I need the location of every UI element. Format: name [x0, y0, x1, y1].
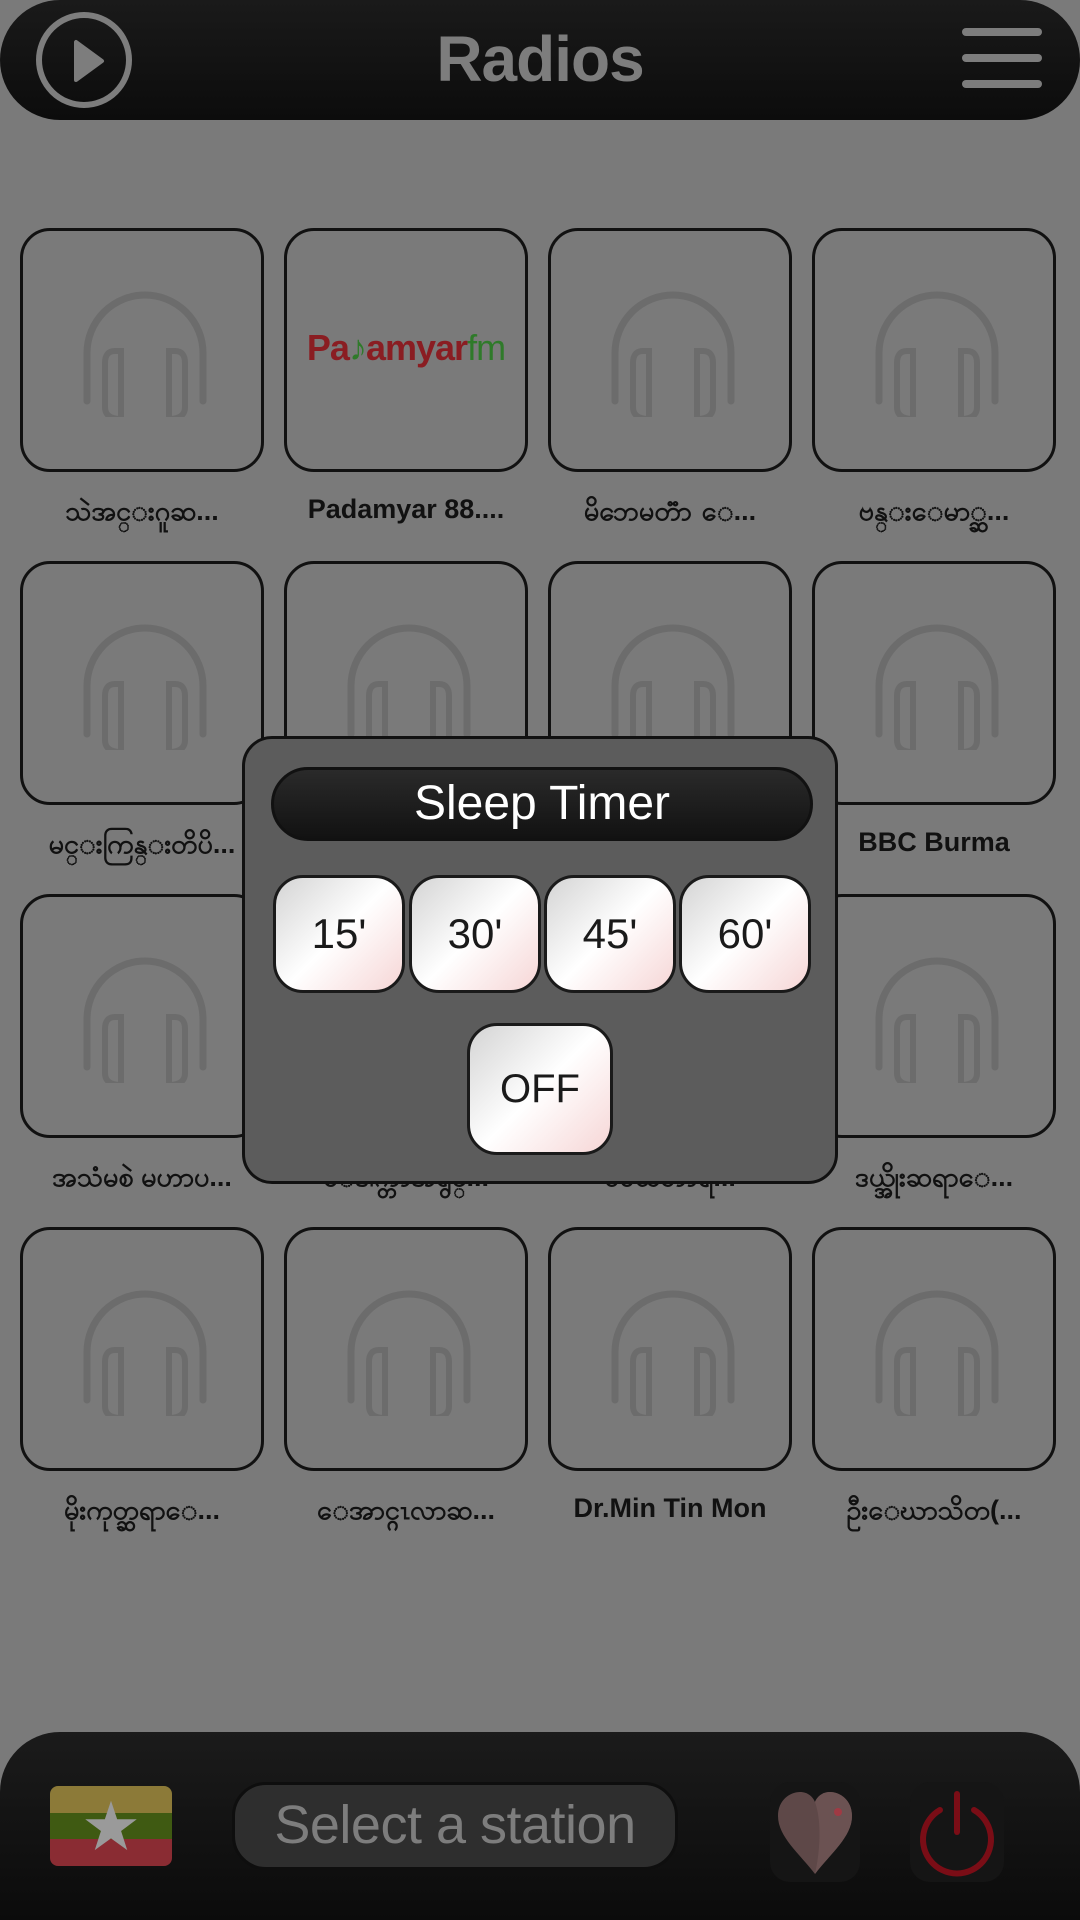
station-tile[interactable]: ဦးေဃာသိတ(...	[812, 1227, 1056, 1560]
station-label: ဗန္းေမာ္ဆ...	[858, 496, 1010, 526]
station-label: ေအာင္ဂၤလာဆ...	[317, 1495, 495, 1525]
top-bar: Radios	[0, 0, 1080, 120]
favorite-button[interactable]	[770, 1782, 860, 1882]
station-tile[interactable]: ဒယ္အိုးဆရာေ...	[812, 894, 1056, 1227]
station-label: မိုးကုတ္ဆရာေ...	[63, 1495, 221, 1525]
headphones-icon	[611, 1290, 735, 1416]
station-label: BBC Burma	[858, 827, 1010, 857]
page-title: Radios	[436, 23, 644, 95]
hamburger-line	[962, 80, 1042, 88]
station-tile[interactable]: BBC Burma	[812, 561, 1056, 894]
station-logo-box[interactable]	[20, 561, 264, 805]
station-label: သဲအင္းဂူဆ...	[65, 496, 219, 526]
timer-15-button[interactable]: 15'	[273, 875, 405, 993]
station-logo-box[interactable]: Pa♪amyarfm	[284, 228, 528, 472]
hamburger-line	[962, 54, 1042, 62]
station-label: မိဘေမတၱာ ေ...	[583, 496, 757, 526]
station-label: မင္းကြန္းတိပိ...	[48, 829, 236, 859]
power-icon	[920, 1791, 994, 1877]
headphones-icon	[875, 1290, 999, 1416]
logo-part: fm	[467, 327, 506, 368]
station-tile[interactable]: ေအာင္ဂၤလာဆ...	[284, 1227, 528, 1560]
headphones-icon	[83, 624, 207, 750]
station-label: အသံမစဲ မဟာပ...	[52, 1162, 232, 1192]
logo-part: Pa	[306, 327, 350, 368]
dialog-title: Sleep Timer	[271, 767, 813, 841]
station-tile[interactable]: ဗန္းေမာ္ဆ...	[812, 228, 1056, 561]
station-tile[interactable]: မိဘေမတၱာ ေ...	[548, 228, 792, 561]
timer-45-button[interactable]: 45'	[544, 875, 676, 993]
station-logo-box[interactable]	[20, 1227, 264, 1471]
headphones-icon	[875, 291, 999, 417]
timer-off-button[interactable]: OFF	[467, 1023, 613, 1155]
star-icon	[85, 1800, 137, 1851]
station-logo-box[interactable]	[20, 228, 264, 472]
station-logo-box[interactable]	[284, 1227, 528, 1471]
hamburger-menu-icon	[962, 28, 1042, 36]
headphones-icon	[347, 1290, 471, 1416]
timer-60-button[interactable]: 60'	[679, 875, 811, 993]
headphones-icon	[611, 291, 735, 417]
headphones-icon	[875, 957, 999, 1083]
headphones-icon	[83, 957, 207, 1083]
station-tile[interactable]: အသံမစဲ မဟာပ...	[20, 894, 264, 1227]
heart-icon	[778, 1792, 852, 1874]
station-label: ဒယ္အိုးဆရာေ...	[854, 1162, 1014, 1192]
station-tile[interactable]: မင္းကြန္းတိပိ...	[20, 561, 264, 894]
myanmar-flag-button[interactable]	[50, 1786, 172, 1866]
station-logo-box[interactable]	[812, 228, 1056, 472]
station-logo-box[interactable]	[20, 894, 264, 1138]
station-logo-box[interactable]	[548, 228, 792, 472]
station-tile[interactable]: Pa♪amyarfm Padamyar 88....	[284, 228, 528, 561]
station-logo-box[interactable]	[812, 561, 1056, 805]
station-label: Padamyar 88....	[307, 494, 505, 524]
bottom-bar: Select a station	[0, 1732, 1080, 1920]
station-logo-box[interactable]	[812, 1227, 1056, 1471]
headphones-icon	[347, 624, 471, 750]
headphones-icon	[83, 291, 207, 417]
logo-note: ♪	[348, 327, 367, 368]
headphones-icon	[611, 624, 735, 750]
sleep-timer-dialog: Sleep Timer 15' 30' 45' 60' OFF	[242, 736, 838, 1184]
station-tile[interactable]: Dr.Min Tin Mon	[548, 1227, 792, 1560]
station-label: ဦးေဃာသိတ(...	[846, 1495, 1022, 1525]
station-label: Dr.Min Tin Mon	[573, 1493, 767, 1523]
logo-part: amyar	[365, 327, 468, 368]
timer-30-button[interactable]: 30'	[409, 875, 541, 993]
headphones-icon	[875, 624, 999, 750]
station-tile[interactable]: သဲအင္းဂူဆ...	[20, 228, 264, 561]
menu-button[interactable]	[962, 28, 1046, 92]
station-logo-box[interactable]	[548, 1227, 792, 1471]
station-tile[interactable]: မိုးကုတ္ဆရာေ...	[20, 1227, 264, 1560]
padamyar-fm-logo: Pa♪amyarfm	[287, 327, 525, 369]
station-logo-box[interactable]	[812, 894, 1056, 1138]
station-selector[interactable]: Select a station	[232, 1782, 678, 1870]
power-button[interactable]	[910, 1782, 1004, 1882]
headphones-icon	[83, 1290, 207, 1416]
